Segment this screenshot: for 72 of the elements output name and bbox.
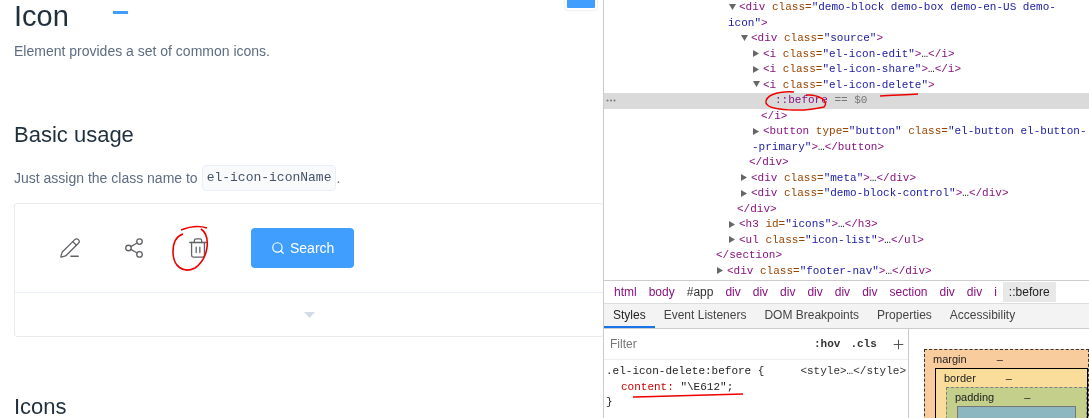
panel-tab[interactable]: DOM Breakpoints	[755, 304, 869, 328]
toggle-button[interactable]: .cls	[850, 338, 877, 350]
anchor-mark	[112, 11, 128, 14]
breadcrumb[interactable]: div	[746, 282, 775, 302]
usage-period: .	[336, 169, 341, 188]
panel-tab[interactable]: Accessibility	[940, 304, 1025, 328]
dom-node[interactable]: <div class="meta">…</div>	[740, 170, 1089, 186]
breadcrumb[interactable]: div	[960, 282, 989, 302]
breadcrumb[interactable]: i	[988, 282, 1003, 302]
intro-text: Element provides a set of common icons.	[14, 42, 271, 61]
breadcrumb[interactable]: #app	[680, 282, 720, 302]
dom-node[interactable]: <h3 id="icons">…</h3>	[728, 217, 1089, 233]
panel-tab[interactable]: Styles	[604, 304, 655, 328]
closing-tag: </div>	[728, 201, 1089, 217]
caret-icon[interactable]	[753, 65, 760, 73]
add-icon[interactable]	[890, 336, 906, 352]
css-selector: .el-icon-delete:before {	[606, 364, 765, 379]
closing-tag: </section>	[716, 248, 1089, 264]
section-heading: Icons	[14, 393, 68, 418]
style-source-link[interactable]: <style>…</style>	[800, 364, 906, 380]
caret-icon[interactable]	[741, 34, 748, 42]
breadcrumb[interactable]: div	[828, 282, 857, 302]
dom-node[interactable]: <i class="el-icon-delete">	[752, 77, 1089, 93]
caret-icon[interactable]	[753, 50, 760, 58]
breadcrumb[interactable]: div	[856, 282, 884, 302]
dom-node[interactable]: <i class="el-icon-edit">…</i>	[752, 46, 1089, 62]
breadcrumb[interactable]: div	[774, 282, 802, 302]
hand-drawn-underline	[879, 93, 919, 97]
box-value: –	[1024, 391, 1031, 403]
more-icon[interactable]	[606, 99, 616, 102]
code-snippet: el-icon-iconName	[201, 165, 337, 191]
caret-icon[interactable]	[741, 174, 748, 182]
closing-tag: </i>	[752, 108, 1089, 124]
panel-tab[interactable]: Event Listeners	[654, 304, 756, 328]
dom-node[interactable]: <div class="footer-nav">…</div>	[716, 263, 1089, 279]
dom-node[interactable]: <ul class="icon-list">…</ul>	[728, 232, 1089, 248]
trash-icon	[187, 237, 209, 259]
page-title: Icon	[14, 0, 69, 32]
box-value: –	[996, 353, 1003, 365]
breadcrumb[interactable]: div	[719, 282, 747, 302]
caret-icon[interactable]	[729, 3, 736, 11]
rule-close: }	[606, 396, 613, 408]
share-icon	[123, 237, 145, 259]
caret-icon[interactable]	[729, 236, 736, 244]
caret-icon[interactable]	[753, 81, 760, 89]
box-label: border	[944, 372, 976, 384]
section-heading: Basic usage	[14, 121, 135, 149]
dom-node[interactable]: <div class="demo-block demo-box demo-en-US demo-icon">	[728, 0, 1089, 31]
breadcrumb[interactable]: div	[933, 282, 961, 302]
caret-icon[interactable]	[741, 189, 748, 197]
dom-node[interactable]: <button type="button" class="el-button el-button--primary">…</button>	[752, 124, 1089, 155]
breadcrumb[interactable]: section	[883, 282, 934, 302]
box-label: padding	[955, 391, 995, 403]
closing-tag: </div>	[740, 155, 1089, 171]
caret-icon[interactable]	[753, 127, 760, 135]
toggle-button[interactable]: :hov	[814, 338, 841, 350]
breadcrumb[interactable]: html	[608, 282, 643, 302]
breadcrumb[interactable]: div	[801, 282, 829, 302]
dom-node[interactable]: <i class="el-icon-share">…</i>	[752, 62, 1089, 78]
usage-text: Just assign the class name to	[14, 169, 198, 188]
pencil-icon	[59, 237, 81, 259]
breadcrumb[interactable]: ::before	[1002, 282, 1056, 302]
dom-node[interactable]: <div class="source">	[740, 31, 1089, 47]
caret-icon[interactable]	[717, 267, 724, 275]
breadcrumb[interactable]: body	[642, 282, 681, 302]
search-icon	[271, 241, 285, 255]
box-value: –	[1005, 372, 1012, 384]
caret-icon[interactable]	[729, 220, 736, 228]
css-declaration: content: "\E612";	[620, 379, 735, 395]
dom-node[interactable]: <div class="demo-block-control">…</div>	[740, 186, 1089, 202]
panel-tab[interactable]: Properties	[868, 304, 941, 328]
box-label: margin	[933, 353, 967, 365]
